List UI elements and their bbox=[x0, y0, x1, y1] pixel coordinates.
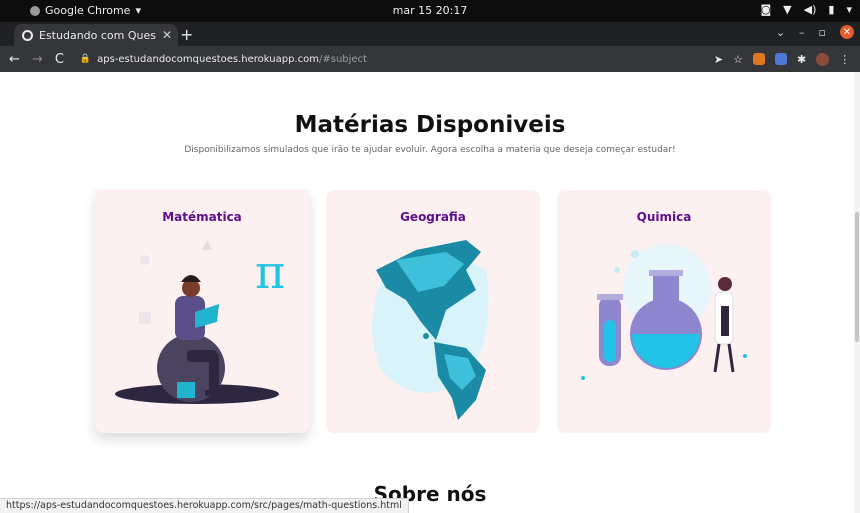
subject-card-geography[interactable]: Geografia bbox=[326, 190, 540, 433]
browser-toolbar: ← → C 🔒 aps-estudandocomquestoes.herokua… bbox=[0, 46, 860, 72]
system-tray[interactable]: ◙ ▼ ◀) ▮ ▾ bbox=[760, 3, 852, 16]
profile-avatar[interactable] bbox=[816, 52, 830, 66]
reload-button[interactable]: C bbox=[55, 52, 64, 67]
back-button[interactable]: ← bbox=[9, 52, 20, 67]
math-illustration-icon: π bbox=[115, 240, 285, 404]
metamask-extension-icon[interactable] bbox=[752, 53, 765, 65]
pi-symbol: π bbox=[255, 245, 285, 299]
gamepad-icon: ◙ bbox=[760, 3, 772, 16]
subject-card-chemistry[interactable]: Quimica bbox=[557, 190, 771, 433]
system-clock[interactable]: mar 15 20:17 bbox=[0, 4, 860, 17]
menu-kebab-icon[interactable]: ⋮ bbox=[839, 53, 850, 66]
os-top-bar: Google Chrome ▾ mar 15 20:17 ◙ ▼ ◀) ▮ ▾ bbox=[0, 0, 860, 22]
address-bar[interactable]: 🔒 aps-estudandocomquestoes.herokuapp.com… bbox=[75, 49, 704, 69]
new-tab-button[interactable]: + bbox=[180, 25, 193, 44]
subject-card-math[interactable]: Matématica π bbox=[95, 190, 309, 433]
url-path: /#subject bbox=[318, 53, 367, 65]
restore-button[interactable]: ▫ bbox=[819, 26, 826, 39]
chevron-down-icon: ▾ bbox=[846, 3, 852, 16]
window-controls: ⌄ – ▫ ✕ bbox=[776, 25, 854, 39]
battery-icon: ▮ bbox=[828, 3, 835, 16]
link-status-bar: https://aps-estudandocomquestoes.herokua… bbox=[0, 498, 409, 513]
wifi-icon: ▼ bbox=[783, 3, 792, 16]
subject-title: Geografia bbox=[400, 210, 466, 224]
volume-icon: ◀) bbox=[803, 3, 817, 16]
tab-strip: Estudando com Questões ✕ + ⌄ – ▫ ✕ bbox=[0, 22, 860, 46]
close-tab-icon[interactable]: ✕ bbox=[162, 28, 172, 42]
page-viewport: Matérias Disponiveis Disponibilizamos si… bbox=[0, 72, 860, 513]
scrollbar-thumb[interactable] bbox=[855, 212, 859, 342]
close-window-button[interactable]: ✕ bbox=[840, 25, 854, 39]
tab-search-icon[interactable]: ⌄ bbox=[776, 26, 785, 39]
page-scrollbar[interactable] bbox=[854, 72, 860, 513]
tab-title: Estudando com Questões bbox=[39, 28, 156, 42]
translate-extension-icon[interactable] bbox=[774, 53, 787, 65]
forward-button[interactable]: → bbox=[32, 52, 43, 67]
geography-illustration-icon bbox=[372, 240, 489, 420]
extensions-puzzle-icon[interactable]: ✱ bbox=[797, 53, 806, 66]
bookmark-star-icon[interactable]: ☆ bbox=[733, 53, 743, 66]
send-icon[interactable]: ➤ bbox=[714, 53, 723, 66]
section-subtitle: Disponibilizamos simulados que irão te a… bbox=[184, 145, 676, 155]
subject-title: Quimica bbox=[636, 210, 692, 224]
url-host: aps-estudandocomquestoes.herokuapp.com bbox=[97, 53, 319, 65]
browser-tab[interactable]: Estudando com Questões ✕ bbox=[14, 24, 178, 46]
favicon-icon bbox=[22, 29, 33, 41]
section-heading: Matérias Disponiveis bbox=[294, 112, 566, 138]
minimize-button[interactable]: – bbox=[799, 26, 805, 39]
subject-title: Matématica bbox=[162, 210, 242, 224]
chemistry-illustration-icon bbox=[581, 244, 747, 380]
lock-icon[interactable]: 🔒 bbox=[80, 54, 91, 64]
